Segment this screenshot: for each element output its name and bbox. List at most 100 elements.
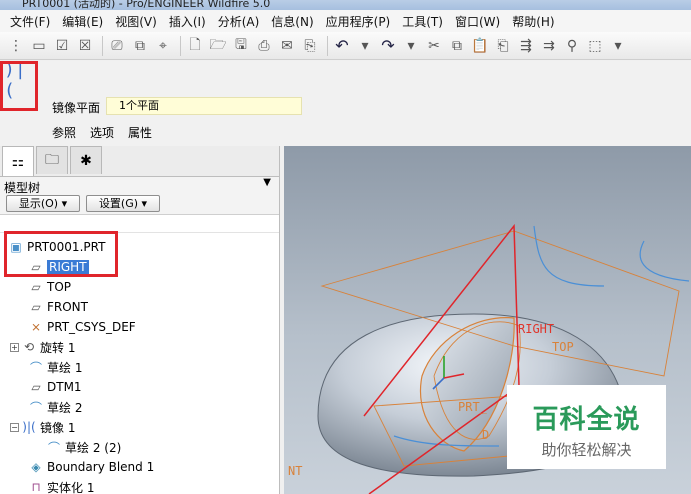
tree-item-label: 草绘 1 xyxy=(47,360,83,375)
highlight-box-tree xyxy=(4,231,118,277)
expand-icon[interactable]: + xyxy=(10,342,19,352)
datum-plane-icon: ▱ xyxy=(31,300,41,314)
feature-dashboard: )|( 镜像平面 1个平面 参照 选项 属性 xyxy=(0,59,691,146)
tree-item-mirror[interactable]: − )|( 镜像 1 xyxy=(10,417,75,437)
tree-item-csys[interactable]: ⨯ PRT_CSYS_DEF xyxy=(28,317,136,337)
favorites-tab-icon[interactable]: ✱ xyxy=(70,146,102,174)
datum-label-front: NT xyxy=(288,464,303,478)
paste-icon[interactable]: 📋 xyxy=(470,36,490,56)
tree-item-boundary-blend[interactable]: ◈ Boundary Blend 1 xyxy=(28,457,154,477)
tab-references[interactable]: 参照 xyxy=(52,124,76,141)
tree-item-label: FRONT xyxy=(47,300,88,314)
print-icon[interactable]: ⎙ xyxy=(254,36,274,56)
dashboard-tabs: 参照 选项 属性 xyxy=(52,124,152,141)
menu-info[interactable]: 信息(N) xyxy=(265,13,319,30)
mirror-plane-label: 镜像平面 xyxy=(52,101,101,115)
tree-item-label: 草绘 2 (2) xyxy=(65,440,122,455)
send-mail-icon[interactable]: ✉ xyxy=(277,36,297,56)
toolbar-separator xyxy=(180,35,181,56)
tree-item-label: DTM1 xyxy=(47,380,82,394)
copy-icon[interactable]: ⧉ xyxy=(447,36,467,56)
model-tree-tab-icon[interactable]: ⚏ xyxy=(2,146,34,176)
tree-item-dtm1[interactable]: ▱ DTM1 xyxy=(28,377,82,397)
tab-properties[interactable]: 属性 xyxy=(128,124,152,141)
watermark-title: 百科全说 xyxy=(532,405,641,435)
menu-applications[interactable]: 应用程序(P) xyxy=(320,13,397,30)
sketch-icon: ⌒ xyxy=(29,400,42,415)
blend-icon: ◈ xyxy=(31,460,41,474)
datum-plane-icon: ▱ xyxy=(31,280,41,294)
watermark: 百科全说 助你轻松解决 xyxy=(507,385,666,469)
datum-label-right: RIGHT xyxy=(518,322,555,336)
show-button[interactable]: 显示(O) ▾ xyxy=(6,195,80,212)
new-window-icon[interactable]: ▭ xyxy=(29,36,49,56)
toolbar-separator xyxy=(102,35,103,56)
settings-button[interactable]: 设置(G) ▾ xyxy=(86,195,160,212)
model-tree: ▣ PRT0001.PRT ▱ RIGHT ▱ TOP ▱ FRONT ⨯ PR… xyxy=(0,214,279,494)
save-icon[interactable]: 🖫 xyxy=(231,36,251,56)
undo-icon[interactable]: ↶ xyxy=(332,36,352,56)
datum-label-top: TOP xyxy=(552,340,574,354)
window-title: PRT0001 (活动的) - Pro/ENGINEER Wildfire 5.… xyxy=(22,0,271,10)
redo-icon[interactable]: ↷ xyxy=(378,36,398,56)
menu-tools[interactable]: 工具(T) xyxy=(396,13,449,30)
close-window-icon[interactable]: ☒ xyxy=(75,36,95,56)
layer-icon[interactable]: ⧉ xyxy=(130,36,150,56)
tree-item-solidify[interactable]: ⊓ 实体化 1 xyxy=(28,477,94,494)
main-toolbar: ⋮ ▭ ☑ ☒ ⎚ ⧉ ⌖ 🗋 🗁 🖫 ⎙ ✉ ⎘ ↶ ▾ ↷ ▾ ✂ ⧉ 📋 … xyxy=(0,32,691,60)
menu-file[interactable]: 文件(F) xyxy=(4,13,56,30)
new-file-icon[interactable]: 🗋 xyxy=(185,36,205,56)
menu-view[interactable]: 视图(V) xyxy=(109,13,163,30)
folder-browser-tab-icon[interactable]: 🗀 xyxy=(36,146,68,174)
tree-item-label: 镜像 1 xyxy=(40,420,76,435)
open-file-icon[interactable]: 🗁 xyxy=(208,36,228,56)
menu-window[interactable]: 窗口(W) xyxy=(449,13,506,30)
tree-item-sketch-2[interactable]: ⌒ 草绘 2 xyxy=(28,397,82,417)
undo-dropdown-icon[interactable]: ▾ xyxy=(355,36,375,56)
tree-item-front[interactable]: ▱ FRONT xyxy=(28,297,88,317)
tree-item-label: 旋转 1 xyxy=(40,340,76,355)
collapse-icon[interactable]: − xyxy=(10,422,19,432)
redo-dropdown-icon[interactable]: ▾ xyxy=(401,36,421,56)
find-icon[interactable]: ⚲ xyxy=(562,36,582,56)
sketch-icon: ⌒ xyxy=(29,360,42,375)
regenerate-icon[interactable]: ⇶ xyxy=(516,36,536,56)
tab-options[interactable]: 选项 xyxy=(90,124,114,141)
sketch-curve-1 xyxy=(533,225,605,287)
tree-item-sketch-1[interactable]: ⌒ 草绘 1 xyxy=(28,357,82,377)
model-tree-title: 模型树 xyxy=(4,181,41,195)
navigator-tabs: ⚏ 🗀 ✱ xyxy=(2,146,104,176)
menu-help[interactable]: 帮助(H) xyxy=(506,13,560,30)
select-box-icon[interactable]: ⬚ xyxy=(585,36,605,56)
sketch-curve-2 xyxy=(639,240,690,282)
toolbar-grip-icon: ⋮ xyxy=(9,37,23,54)
mirror-icon: )|( xyxy=(22,420,36,434)
regenerate-manager-icon[interactable]: ⇉ xyxy=(539,36,559,56)
tree-item-label: Boundary Blend 1 xyxy=(47,460,155,474)
navigator-panel: ⚏ 🗀 ✱ 模型树 ▼ 显示(O) ▾ 设置(G) ▾ ▣ PRT0001.PR… xyxy=(0,146,280,494)
tree-item-revolve[interactable]: + ⟲ 旋转 1 xyxy=(10,337,75,357)
orient-icon[interactable]: ⌖ xyxy=(153,36,173,56)
cut-icon[interactable]: ✂ xyxy=(424,36,444,56)
menu-insert[interactable]: 插入(I) xyxy=(163,13,212,30)
paste-special-icon[interactable]: ⎗ xyxy=(493,36,513,56)
menu-analysis[interactable]: 分析(A) xyxy=(212,13,266,30)
menu-edit[interactable]: 编辑(E) xyxy=(56,13,109,30)
toolbar-separator xyxy=(327,35,328,56)
activate-window-icon[interactable]: ☑ xyxy=(52,36,72,56)
send-link-icon[interactable]: ⎘ xyxy=(300,36,320,56)
chevron-down-icon[interactable]: ▼ xyxy=(263,177,271,188)
view-manager-icon[interactable]: ⎚ xyxy=(107,36,127,56)
tree-item-top[interactable]: ▱ TOP xyxy=(28,277,71,297)
title-bar: PRT0001 (活动的) - Pro/ENGINEER Wildfire 5.… xyxy=(0,0,691,10)
tree-item-sketch-2-copy[interactable]: ⌒ 草绘 2 (2) xyxy=(46,437,121,457)
sketch-icon: ⌒ xyxy=(47,440,60,455)
menu-bar: 文件(F) 编辑(E) 视图(V) 插入(I) 分析(A) 信息(N) 应用程序… xyxy=(0,10,691,32)
select-dropdown-icon[interactable]: ▾ xyxy=(608,36,628,56)
watermark-subtitle: 助你轻松解决 xyxy=(541,441,632,459)
tree-item-label: PRT_CSYS_DEF xyxy=(47,320,136,334)
mirror-plane-collector[interactable]: 1个平面 xyxy=(106,97,302,115)
highlight-box-mirror-icon xyxy=(0,61,38,111)
model-tree-header: 模型树 ▼ 显示(O) ▾ 设置(G) ▾ xyxy=(0,176,279,214)
tree-item-label: 实体化 1 xyxy=(47,480,95,494)
